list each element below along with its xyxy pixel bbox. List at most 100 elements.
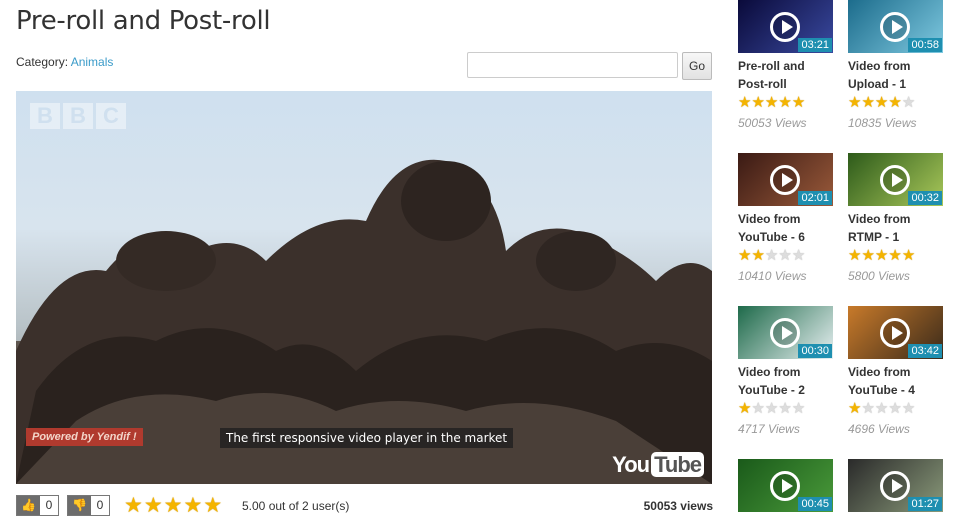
category-link[interactable]: Animals — [71, 55, 114, 69]
rating-stars[interactable]: ★ ★ ★ ★ ★ — [124, 495, 222, 517]
video-thumbnail[interactable]: 00:58 — [848, 0, 943, 53]
star-icon: ★ — [861, 400, 875, 417]
related-video-card[interactable]: 01:27 — [848, 459, 944, 512]
duration-badge: 03:21 — [798, 38, 832, 52]
duration-badge: 00:32 — [908, 191, 942, 205]
video-views: 10835 Views — [848, 116, 917, 130]
star-icon[interactable]: ★ — [124, 495, 143, 517]
video-title[interactable]: Video from YouTube - 2 — [738, 363, 834, 399]
star-icon[interactable]: ★ — [183, 495, 202, 517]
category-label: Category: — [16, 55, 69, 69]
duration-badge: 00:45 — [798, 497, 832, 511]
play-icon[interactable] — [770, 318, 800, 348]
video-title[interactable]: Pre-roll and Post-roll — [738, 57, 834, 93]
video-views: 10410 Views — [738, 269, 807, 283]
play-icon[interactable] — [880, 165, 910, 195]
star-icon: ★ — [791, 247, 806, 264]
video-rating: ★ ★ ★ ★ ★ — [848, 95, 944, 111]
category-line: Category: Animals — [16, 55, 113, 69]
video-thumbnail[interactable]: 00:30 — [738, 306, 833, 359]
star-icon: ★ — [791, 400, 806, 417]
star-icon: ★ — [791, 94, 806, 111]
star-icon: ★ — [848, 400, 862, 417]
player-caption: The first responsive video player in the… — [220, 428, 514, 448]
like-button[interactable]: 👍 0 — [16, 495, 59, 516]
star-icon: ★ — [874, 400, 889, 417]
video-thumbnail[interactable]: 03:21 — [738, 0, 833, 53]
video-rating: ★ ★ ★ ★ ★ — [848, 248, 944, 264]
star-icon: ★ — [901, 94, 916, 111]
star-icon: ★ — [751, 94, 765, 111]
video-views: 4717 Views — [738, 422, 800, 436]
star-icon: ★ — [738, 400, 752, 417]
star-icon: ★ — [764, 247, 779, 264]
related-video-card[interactable]: 00:45 — [738, 459, 834, 512]
thumbs-down-icon: 👎 — [68, 496, 91, 515]
duration-badge: 00:30 — [798, 344, 832, 358]
dislike-count: 0 — [91, 496, 109, 515]
search-go-button[interactable]: Go — [682, 52, 712, 80]
star-icon: ★ — [848, 247, 862, 264]
play-icon[interactable] — [770, 471, 800, 501]
star-icon: ★ — [888, 94, 902, 111]
play-icon[interactable] — [770, 12, 800, 42]
search-input[interactable] — [467, 52, 678, 78]
dislike-button[interactable]: 👎 0 — [67, 495, 110, 516]
video-views: 5800 Views — [848, 269, 910, 283]
star-icon: ★ — [848, 94, 862, 111]
related-video-card[interactable]: 00:58 Video from Upload - 1 ★ ★ ★ ★ ★ 10835 View… — [848, 0, 944, 130]
video-thumbnail[interactable]: 02:01 — [738, 153, 833, 206]
video-rating: ★ ★ ★ ★ ★ — [738, 95, 834, 111]
video-rating: ★ ★ ★ ★ ★ — [848, 401, 944, 417]
related-video-card[interactable]: 02:01 Video from YouTube - 6 ★ ★ ★ ★ ★ 10410 Vie… — [738, 153, 834, 283]
video-title[interactable]: Video from YouTube - 6 — [738, 210, 834, 246]
star-icon: ★ — [764, 94, 779, 111]
youtube-logo[interactable]: You Tube — [612, 452, 704, 478]
star-icon: ★ — [764, 400, 779, 417]
star-icon: ★ — [778, 400, 792, 417]
video-views: 50053 Views — [738, 116, 807, 130]
duration-badge: 03:42 — [908, 344, 942, 358]
video-stats-bar: 👍 0 👎 0 ★ ★ ★ ★ ★ 5.00 out of 2 user(s) … — [16, 494, 713, 518]
video-thumbnail[interactable]: 01:27 — [848, 459, 943, 512]
related-video-card[interactable]: 03:21 Pre-roll and Post-roll ★ ★ ★ ★ ★ 50053 Vie… — [738, 0, 834, 130]
related-video-card[interactable]: 03:42 Video from YouTube - 4 ★ ★ ★ ★ ★ 4696 View… — [848, 306, 944, 436]
video-title[interactable]: Video from YouTube - 4 — [848, 363, 944, 399]
related-video-card[interactable]: 00:30 Video from YouTube - 2 ★ ★ ★ ★ ★ 4717 View… — [738, 306, 834, 436]
view-count: 50053 views — [643, 499, 713, 513]
video-title[interactable]: Video from RTMP - 1 — [848, 210, 944, 246]
video-frame — [16, 159, 712, 484]
star-icon: ★ — [751, 400, 765, 417]
video-views: 4696 Views — [848, 422, 910, 436]
star-icon[interactable]: ★ — [164, 495, 183, 517]
duration-badge: 00:58 — [908, 38, 942, 52]
star-icon: ★ — [888, 247, 902, 264]
thumbs-up-icon: 👍 — [17, 496, 40, 515]
star-icon: ★ — [778, 247, 792, 264]
video-thumbnail[interactable]: 00:32 — [848, 153, 943, 206]
star-icon[interactable]: ★ — [144, 495, 163, 517]
video-player[interactable]: B B C Powered by Yendif ! The first resp… — [16, 91, 712, 484]
video-rating: ★ ★ ★ ★ ★ — [738, 248, 834, 264]
video-title[interactable]: Video from Upload - 1 — [848, 57, 944, 93]
star-icon: ★ — [861, 247, 875, 264]
rating-text: 5.00 out of 2 user(s) — [242, 499, 350, 513]
play-icon[interactable] — [880, 471, 910, 501]
play-icon[interactable] — [880, 12, 910, 42]
page-title: Pre-roll and Post-roll — [16, 6, 271, 36]
star-icon[interactable]: ★ — [203, 495, 222, 517]
related-video-card[interactable]: 00:32 Video from RTMP - 1 ★ ★ ★ ★ ★ 5800 Views — [848, 153, 944, 283]
play-icon[interactable] — [770, 165, 800, 195]
star-icon: ★ — [778, 94, 792, 111]
powered-by-badge[interactable]: Powered by Yendif ! — [26, 428, 143, 446]
star-icon: ★ — [874, 94, 889, 111]
star-icon: ★ — [738, 247, 752, 264]
play-icon[interactable] — [880, 318, 910, 348]
video-thumbnail[interactable]: 03:42 — [848, 306, 943, 359]
star-icon: ★ — [751, 247, 765, 264]
star-icon: ★ — [888, 400, 902, 417]
like-count: 0 — [40, 496, 58, 515]
duration-badge: 01:27 — [908, 497, 942, 511]
video-thumbnail[interactable]: 00:45 — [738, 459, 833, 512]
star-icon: ★ — [901, 400, 916, 417]
